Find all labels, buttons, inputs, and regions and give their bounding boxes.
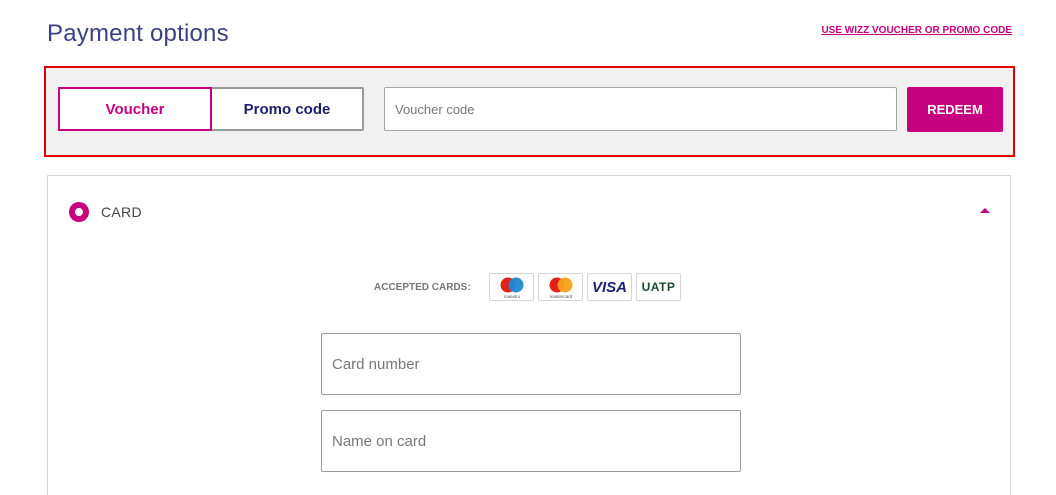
card-logos: maestro mastercard VISA UATP <box>489 273 681 301</box>
card-radio-button[interactable] <box>69 202 89 222</box>
visa-logo-icon: VISA <box>587 273 632 301</box>
card-payment-panel: CARD ACCEPTED CARDS: maestro mastercard … <box>47 175 1011 495</box>
accepted-cards-label: ACCEPTED CARDS: <box>374 282 471 293</box>
uatp-logo-icon: UATP <box>636 273 681 301</box>
name-on-card-input[interactable] <box>321 410 741 472</box>
collapse-chevron-icon[interactable] <box>980 208 990 213</box>
tab-promo-code[interactable]: Promo code <box>212 89 362 129</box>
svg-text:mastercard: mastercard <box>549 294 572 299</box>
voucher-tabs: Voucher Promo code <box>58 87 364 131</box>
mastercard-logo-icon: mastercard <box>538 273 583 301</box>
card-number-input[interactable] <box>321 333 741 395</box>
voucher-section: Voucher Promo code REDEEM <box>44 66 1015 157</box>
voucher-code-input[interactable] <box>384 87 897 131</box>
card-method-label: CARD <box>101 204 142 220</box>
page-title: Payment options <box>47 20 229 47</box>
svg-text:maestro: maestro <box>503 294 520 299</box>
use-voucher-promo-link[interactable]: USE WIZZ VOUCHER OR PROMO CODE <box>821 25 1012 36</box>
maestro-logo-icon: maestro <box>489 273 534 301</box>
tab-voucher[interactable]: Voucher <box>58 87 212 131</box>
redeem-button[interactable]: REDEEM <box>907 87 1003 132</box>
